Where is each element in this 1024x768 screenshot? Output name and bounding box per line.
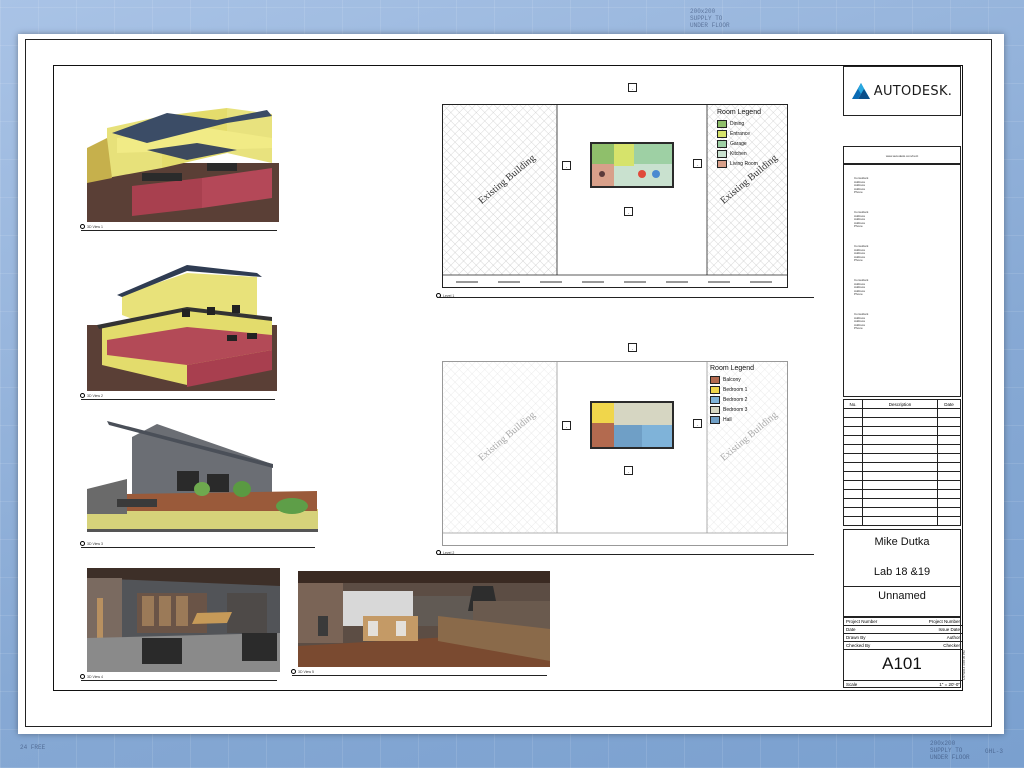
blueprint-note: 24 FREE [20,744,46,751]
elevation-marker-west[interactable]: - [562,161,571,170]
date-row: Date Issue Date [844,627,962,634]
drawn-by-row: Drawn By Author [844,635,962,642]
elevation-marker-north[interactable]: - [628,343,637,352]
blueprint-note: 200x200 SUPPLY TO UNDER FLOOR [930,740,970,761]
project-name: Lab 18 &19 [873,566,931,578]
scale-row: Scale 1" = 20'-0" [844,680,962,687]
autodesk-logo-text: AUTODESK. [873,83,953,99]
blueprint-note: GHL-3 [985,748,1004,755]
project-number-row: Project Number Project Number [844,619,962,626]
sheet-number: A101 [882,654,922,673]
elevation-marker-east[interactable]: - [693,419,702,428]
consultant-block: Consultant Address Address Address Phone [854,210,869,229]
autodesk-logo-icon [851,83,870,99]
consultant-block: Consultant Address Address Address Phone [854,244,869,263]
owner-name: Mike Dutka [874,536,930,548]
print-date: 1/27/2014 3:08:35 PM [962,650,966,680]
3d-view-5[interactable]: 3D View 5 [291,571,550,676]
room-legend: Room Legend Dining Entrance Garage Kitch… [717,109,761,168]
checked-by-row: Checked By Checker [844,643,962,650]
view-title-rule [437,554,814,555]
sheet-info-box: Project Number Project Number Date Issue D… [843,617,962,688]
consultants-box: Consultant Address Address Address Phone Con… [843,164,961,397]
consultant-block: Consultant Address Address Address Phone [854,312,869,331]
elevation-marker-south[interactable]: - [624,466,633,475]
level-2-floor-plan[interactable]: Existing Building Existing Building Room… [442,361,788,546]
consultant-block: Consultant Address Address Address Phone [854,278,869,297]
project-info-box: Mike Dutka Lab 18 &19 Unnamed [843,529,961,617]
logo-box: AUTODESK. [843,66,961,116]
elevation-marker-north[interactable]: - [628,83,637,92]
3d-view-1[interactable]: 3D View 1 [80,108,279,231]
consultant-block: Consultant Address Address Address Phone [854,176,869,195]
blueprint-note: 200x200 SUPPLY TO UNDER FLOOR [690,8,730,29]
sheet-name: Unnamed [878,590,926,602]
elevation-marker-west[interactable]: - [562,421,571,430]
3d-view-4[interactable]: 3D View 4 [80,568,280,681]
view-title-rule [437,297,814,298]
elevation-marker-south[interactable]: - [624,207,633,216]
elevation-marker-east[interactable]: - [693,159,702,168]
website-box: www.autodesk.com/revit [843,146,961,164]
3d-view-3[interactable]: 3D View 3 [80,419,318,548]
3d-view-2[interactable]: 3D View 2 [80,265,277,400]
title-block: AUTODESK. www.autodesk.com/revit Consult… [843,66,962,688]
level-1-floor-plan[interactable]: Existing Building Existing Building Room… [442,104,788,288]
revision-table: No. Description Date [843,399,961,526]
room-legend: Room Legend Balcony Bedroom 1 Bedroom 2 … [710,365,754,424]
